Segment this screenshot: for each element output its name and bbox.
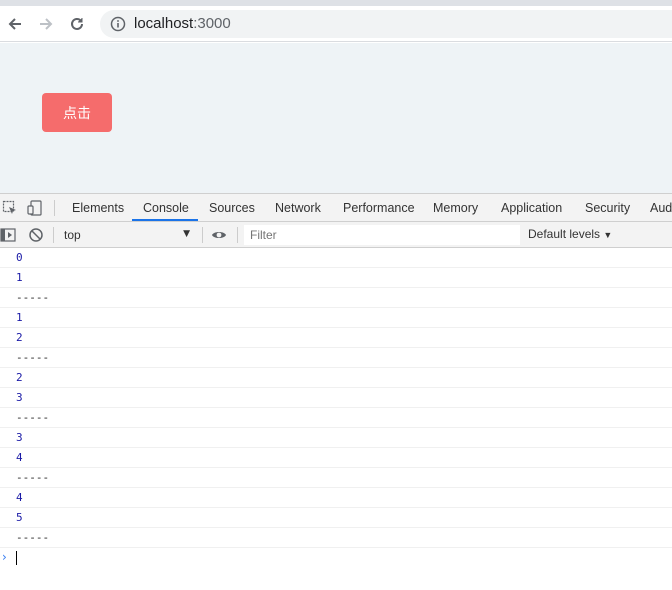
console-prompt[interactable]: › (0, 548, 672, 568)
console-log-row: 5 (0, 508, 672, 528)
tab-console[interactable]: Console (143, 194, 189, 222)
console-log-row: ----- (0, 408, 672, 428)
arrow-right-icon (40, 18, 53, 30)
tab-network[interactable]: Network (275, 194, 321, 222)
tab-elements[interactable]: Elements (72, 194, 124, 222)
context-selector[interactable]: top ▼ (58, 225, 198, 245)
device-toolbar-icon[interactable] (27, 200, 43, 216)
console-output: 0 1 ----- 1 2 ----- 2 3 ----- 3 4 ----- 4 5 ----- › (0, 248, 672, 590)
text-caret (16, 551, 17, 565)
tab-security[interactable]: Security (585, 194, 630, 222)
clear-console-icon[interactable] (28, 227, 44, 243)
inspect-element-icon[interactable] (2, 200, 18, 216)
console-log-row: 3 (0, 428, 672, 448)
console-log-row: 2 (0, 328, 672, 348)
tab-audits[interactable]: Aud (650, 194, 672, 222)
toolbar-divider (53, 227, 54, 243)
reload-button[interactable] (66, 13, 88, 35)
browser-toolbar: localhost:3000 (0, 6, 672, 42)
console-log-row: ----- (0, 468, 672, 488)
console-log-row: 3 (0, 388, 672, 408)
console-toolbar: top ▼ Default levels ▼ (0, 222, 672, 248)
tab-performance[interactable]: Performance (343, 194, 415, 222)
back-button[interactable] (4, 13, 26, 35)
tab-memory[interactable]: Memory (433, 194, 478, 222)
forward-button[interactable] (35, 13, 57, 35)
console-log-row: 4 (0, 448, 672, 468)
context-value: top (64, 228, 81, 242)
sidebar-toggle-icon[interactable] (0, 227, 16, 243)
dropdown-arrow-icon: ▼ (183, 229, 190, 239)
console-log-row: ----- (0, 348, 672, 368)
eye-icon[interactable] (211, 227, 227, 243)
console-log-row: 1 (0, 268, 672, 288)
console-log-row: 2 (0, 368, 672, 388)
click-button[interactable]: 点击 (42, 93, 112, 132)
console-log-row: 0 (0, 248, 672, 268)
prompt-chevron-icon: › (2, 550, 7, 564)
arrow-left-icon (8, 18, 21, 30)
console-log-row: 4 (0, 488, 672, 508)
log-levels-dropdown[interactable]: Default levels ▼ (528, 227, 612, 241)
url-text: localhost:3000 (134, 15, 231, 32)
log-levels-label: Default levels (528, 227, 601, 241)
console-log-row: ----- (0, 528, 672, 548)
tab-application[interactable]: Application (501, 194, 562, 222)
page-content: 点击 (0, 43, 672, 193)
console-log-list: 0 1 ----- 1 2 ----- 2 3 ----- 3 4 ----- 4 5 ----- (0, 248, 672, 548)
address-bar[interactable]: localhost:3000 (100, 10, 672, 38)
url-port: :3000 (193, 15, 231, 32)
console-log-row: 1 (0, 308, 672, 328)
console-log-row: ----- (0, 288, 672, 308)
toolbar-divider (54, 200, 55, 216)
dropdown-arrow-icon: ▼ (603, 230, 613, 240)
devtools-tab-bar: Elements Console Sources Network Perform… (0, 193, 672, 222)
info-icon[interactable] (110, 16, 126, 32)
tab-sources[interactable]: Sources (209, 194, 255, 222)
active-tab-indicator (132, 219, 198, 221)
filter-input[interactable] (244, 225, 520, 245)
reload-icon (71, 17, 83, 30)
url-host: localhost (134, 15, 194, 32)
toolbar-divider (202, 227, 203, 243)
toolbar-divider (237, 227, 238, 243)
